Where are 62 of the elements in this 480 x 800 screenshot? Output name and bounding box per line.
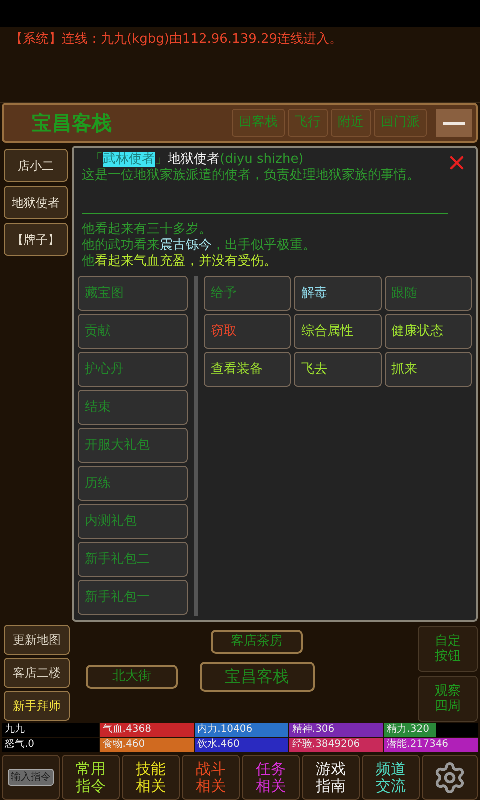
side-button[interactable]: 自定按钮 (418, 626, 478, 672)
npc-info-line: 他的武功看来震古铄今，出手似乎极重。 (82, 238, 316, 254)
stat-label: 潜能.217346 (386, 738, 450, 752)
side-button[interactable]: 新手拜师 (4, 691, 70, 721)
action-button[interactable]: 抓来 (384, 352, 472, 387)
npc-button[interactable]: 【牌子】 (4, 223, 68, 256)
minus-icon (443, 122, 465, 124)
stat-label: 气血.4368 (102, 723, 152, 737)
item-button[interactable]: 开服大礼包 (78, 428, 188, 463)
stat-label: 精神.306 (291, 723, 336, 737)
npc-button[interactable]: 地狱使者 (4, 186, 68, 219)
character-stat: 九九 (2, 723, 99, 737)
item-button[interactable]: 结束 (78, 390, 188, 425)
character-stat: 怒气.0 (2, 738, 99, 752)
input-command-button[interactable]: 输入指令 (2, 755, 60, 800)
travel-button[interactable]: 附近 (331, 109, 371, 137)
system-message: 【系统】连线：九九(kgbg)由112.96.139.29连线进入。 (10, 31, 344, 49)
action-button[interactable]: 给予 (204, 276, 292, 311)
action-button[interactable]: 窃取 (204, 314, 292, 349)
menu-button[interactable]: 任务相关 (242, 755, 300, 800)
travel-button[interactable]: 飞行 (288, 109, 328, 137)
npc-description: 这是一位地狱家族派遣的使者，负责处理地狱家族的事情。 (82, 168, 421, 184)
menu-button[interactable]: 技能相关 (122, 755, 180, 800)
menu-button[interactable]: 战斗相关 (182, 755, 240, 800)
action-button[interactable]: 飞去 (294, 352, 382, 387)
action-button[interactable]: 查看装备 (204, 352, 292, 387)
stat-label: 食物.460 (102, 738, 146, 752)
npc-info-line: 他看起来气血充盈，并没有受伤。 (82, 254, 277, 270)
npc-button[interactable]: 店小二 (4, 149, 68, 182)
item-button[interactable]: 新手礼包二 (78, 542, 188, 577)
item-button[interactable]: 历练 (78, 466, 188, 501)
side-button[interactable]: 更新地图 (4, 625, 70, 655)
side-button[interactable]: 客店二楼 (4, 658, 70, 688)
item-button[interactable]: 护心丹 (78, 352, 188, 387)
menu-button[interactable]: 常用指令 (62, 755, 120, 800)
npc-info-line: 他看起来有三十多岁。 (82, 222, 212, 238)
input-command-plaque: 输入指令 (8, 769, 54, 786)
stat-label: 饮水.460 (196, 738, 241, 752)
map-exit-button[interactable]: 宝昌客栈 (200, 662, 314, 692)
item-button[interactable]: 内测礼包 (78, 504, 188, 539)
action-button[interactable]: 跟随 (384, 276, 472, 311)
settings-button[interactable] (422, 755, 478, 800)
item-button[interactable]: 新手礼包一 (78, 580, 188, 615)
location-title: 宝昌客栈 (32, 110, 112, 137)
action-button[interactable]: 综合属性 (294, 314, 382, 349)
npc-title: 「武林使者」地狱使者(diyu shizhe) (89, 152, 304, 168)
map-exit-button[interactable]: 客店茶房 (211, 630, 303, 654)
stat-label: 内力.10406 (196, 723, 254, 737)
map-exit-button[interactable]: 北大街 (86, 665, 178, 689)
item-button[interactable]: 藏宝图 (78, 276, 188, 311)
menu-button[interactable]: 频道交流 (362, 755, 420, 800)
stat-label: 经验.3849206 (291, 738, 362, 752)
travel-button[interactable]: 回门派 (374, 109, 427, 137)
action-button[interactable]: 解毒 (294, 276, 382, 311)
travel-button[interactable]: 回客栈 (232, 109, 285, 137)
menu-button[interactable]: 游戏指南 (302, 755, 360, 800)
collapse-button[interactable] (436, 109, 472, 137)
side-button[interactable]: 观察四周 (418, 676, 478, 722)
settings-icon (433, 760, 467, 794)
stat-label: 精力.320 (386, 723, 430, 737)
action-button[interactable]: 健康状态 (384, 314, 472, 349)
item-button[interactable]: 贡献 (78, 314, 188, 349)
